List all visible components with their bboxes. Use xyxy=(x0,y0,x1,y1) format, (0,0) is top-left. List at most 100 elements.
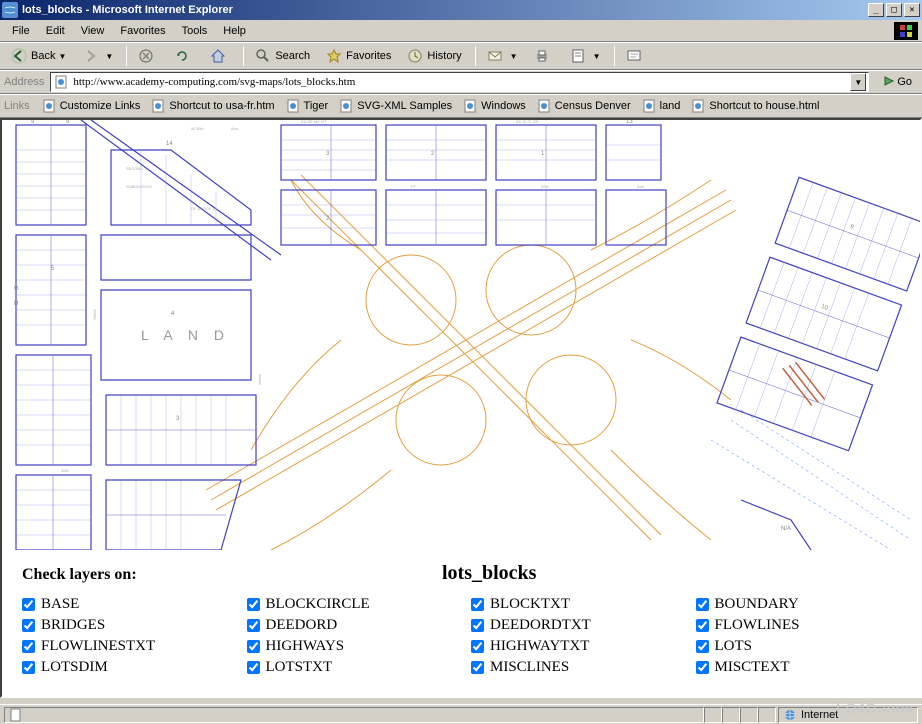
layer-checkbox-blocktxt[interactable] xyxy=(471,598,484,611)
layer-checkbox-deedordtxt[interactable] xyxy=(471,619,484,632)
statusbar: Internet xyxy=(0,704,922,724)
menu-edit[interactable]: Edit xyxy=(38,23,73,39)
address-dropdown-button[interactable]: ▼ xyxy=(850,73,866,91)
link-tiger[interactable]: Tiger xyxy=(280,96,334,116)
go-button[interactable]: Go xyxy=(875,71,918,94)
content-area: 9 9 G H 5 SECOND SUBDIVISION OF BLOCK 14… xyxy=(0,118,922,698)
svg-text:SECOND: SECOND xyxy=(126,166,143,171)
dropdown-arrow-icon: ▼ xyxy=(58,52,66,61)
layer-checkbox-flowlines[interactable] xyxy=(696,619,709,632)
layer-checkbox-deedord[interactable] xyxy=(247,619,260,632)
layer-label: FLOWLINESTXT xyxy=(41,638,155,655)
menu-file[interactable]: File xyxy=(4,23,38,39)
layer-checkbox-flowlinestxt[interactable] xyxy=(22,640,35,653)
svg-text:Street: Street xyxy=(92,308,97,320)
layer-checkbox-blockcircle[interactable] xyxy=(247,598,260,611)
menu-view[interactable]: View xyxy=(73,23,113,39)
globe-icon xyxy=(783,708,797,722)
menu-favorites[interactable]: Favorites xyxy=(112,23,173,39)
back-arrow-icon xyxy=(11,48,27,64)
close-button[interactable]: ✕ xyxy=(904,3,920,17)
link-land[interactable]: land xyxy=(636,96,686,116)
svg-text:3: 3 xyxy=(176,416,180,422)
maximize-button[interactable]: □ xyxy=(886,3,902,17)
link-usa-fr[interactable]: Shortcut to usa-fr.htm xyxy=(145,96,279,116)
link-svg-xml[interactable]: SVG-XML Samples xyxy=(333,96,457,116)
edit-button[interactable]: ▼ xyxy=(563,45,608,67)
menubar: File Edit View Favorites Tools Help xyxy=(0,20,922,42)
link-census[interactable]: Census Denver xyxy=(531,96,636,116)
status-panel xyxy=(758,707,776,723)
svg-text:FF: FF xyxy=(411,184,416,189)
layer-item-misclines: MISCLINES xyxy=(471,659,676,676)
layer-checkbox-boundary[interactable] xyxy=(696,598,709,611)
layer-checkbox-lots[interactable] xyxy=(696,640,709,653)
discuss-button[interactable] xyxy=(619,45,653,67)
menu-tools[interactable]: Tools xyxy=(174,23,216,39)
menu-help[interactable]: Help xyxy=(215,23,254,39)
layer-label: MISCLINES xyxy=(490,659,569,676)
favorites-button[interactable]: Favorites xyxy=(319,45,398,67)
window-title: lots_blocks - Microsoft Internet Explore… xyxy=(22,4,868,16)
content-scroll[interactable]: 9 9 G H 5 SECOND SUBDIVISION OF BLOCK 14… xyxy=(2,120,920,696)
layer-checkbox-lotsdim[interactable] xyxy=(22,661,35,674)
layer-label: BRIDGES xyxy=(41,617,105,634)
layer-item-boundary: BOUNDARY xyxy=(696,596,901,613)
page-title: lots_blocks xyxy=(442,562,536,585)
link-windows[interactable]: Windows xyxy=(457,96,531,116)
home-button[interactable] xyxy=(203,45,237,67)
layers-panel: Check layers on: lots_blocks BASEBLOCKCI… xyxy=(2,550,920,688)
watermark: LO4D.com xyxy=(836,700,914,716)
mail-icon xyxy=(487,48,503,64)
address-input[interactable] xyxy=(73,76,850,88)
layer-checkbox-bridges[interactable] xyxy=(22,619,35,632)
linksbar: Links Customize Links Shortcut to usa-fr… xyxy=(0,94,922,118)
status-panel xyxy=(704,707,722,723)
search-icon xyxy=(255,48,271,64)
minimize-button[interactable]: _ xyxy=(868,3,884,17)
refresh-button[interactable] xyxy=(167,45,201,67)
layer-label: BOUNDARY xyxy=(715,596,799,613)
layer-checkbox-highwaytxt[interactable] xyxy=(471,640,484,653)
layer-label: BLOCKCIRCLE xyxy=(266,596,370,613)
back-button[interactable]: Back ▼ xyxy=(4,45,73,67)
svg-text:5: 5 xyxy=(51,266,55,272)
page-icon xyxy=(536,98,552,114)
stop-button[interactable] xyxy=(131,45,165,67)
addressbar: Address ▼ Go xyxy=(0,70,922,94)
mail-button[interactable]: ▼ xyxy=(480,45,525,67)
print-button[interactable] xyxy=(527,45,561,67)
layer-checkbox-highways[interactable] xyxy=(247,640,260,653)
forward-button[interactable]: ▼ xyxy=(75,45,120,67)
layer-checkbox-base[interactable] xyxy=(22,598,35,611)
svg-text:Ave.: Ave. xyxy=(231,126,239,131)
svg-text:14: 14 xyxy=(166,141,173,147)
svg-text:9: 9 xyxy=(31,120,35,125)
layer-checkbox-misclines[interactable] xyxy=(471,661,484,674)
link-house[interactable]: Shortcut to house.html xyxy=(685,96,824,116)
layer-label: HIGHWAYTXT xyxy=(490,638,589,655)
status-panel xyxy=(722,707,740,723)
svg-map[interactable]: 9 9 G H 5 SECOND SUBDIVISION OF BLOCK 14… xyxy=(2,120,920,550)
layer-item-blocktxt: BLOCKTXT xyxy=(471,596,676,613)
layer-item-deedord: DEEDORD xyxy=(247,617,452,634)
go-arrow-icon xyxy=(881,73,897,92)
page-icon xyxy=(285,98,301,114)
svg-text:2: 2 xyxy=(431,151,435,157)
svg-text:AD DI TI ON: AD DI TI ON xyxy=(516,120,538,124)
link-customize[interactable]: Customize Links xyxy=(36,96,146,116)
ie-logo xyxy=(894,22,918,40)
status-panel xyxy=(740,707,758,723)
history-button[interactable]: History xyxy=(400,45,468,67)
layer-label: LOTSDIM xyxy=(41,659,108,676)
history-clock-icon xyxy=(407,48,423,64)
svg-text:9: 9 xyxy=(66,120,70,125)
layer-label: LOTSTXT xyxy=(266,659,333,676)
layer-item-highways: HIGHWAYS xyxy=(247,638,452,655)
svg-text:3: 3 xyxy=(326,151,330,157)
layer-label: BLOCKTXT xyxy=(490,596,570,613)
layer-checkbox-lotstxt[interactable] xyxy=(247,661,260,674)
layer-item-blockcircle: BLOCKCIRCLE xyxy=(247,596,452,613)
search-button[interactable]: Search xyxy=(248,45,317,67)
layer-checkbox-misctext[interactable] xyxy=(696,661,709,674)
